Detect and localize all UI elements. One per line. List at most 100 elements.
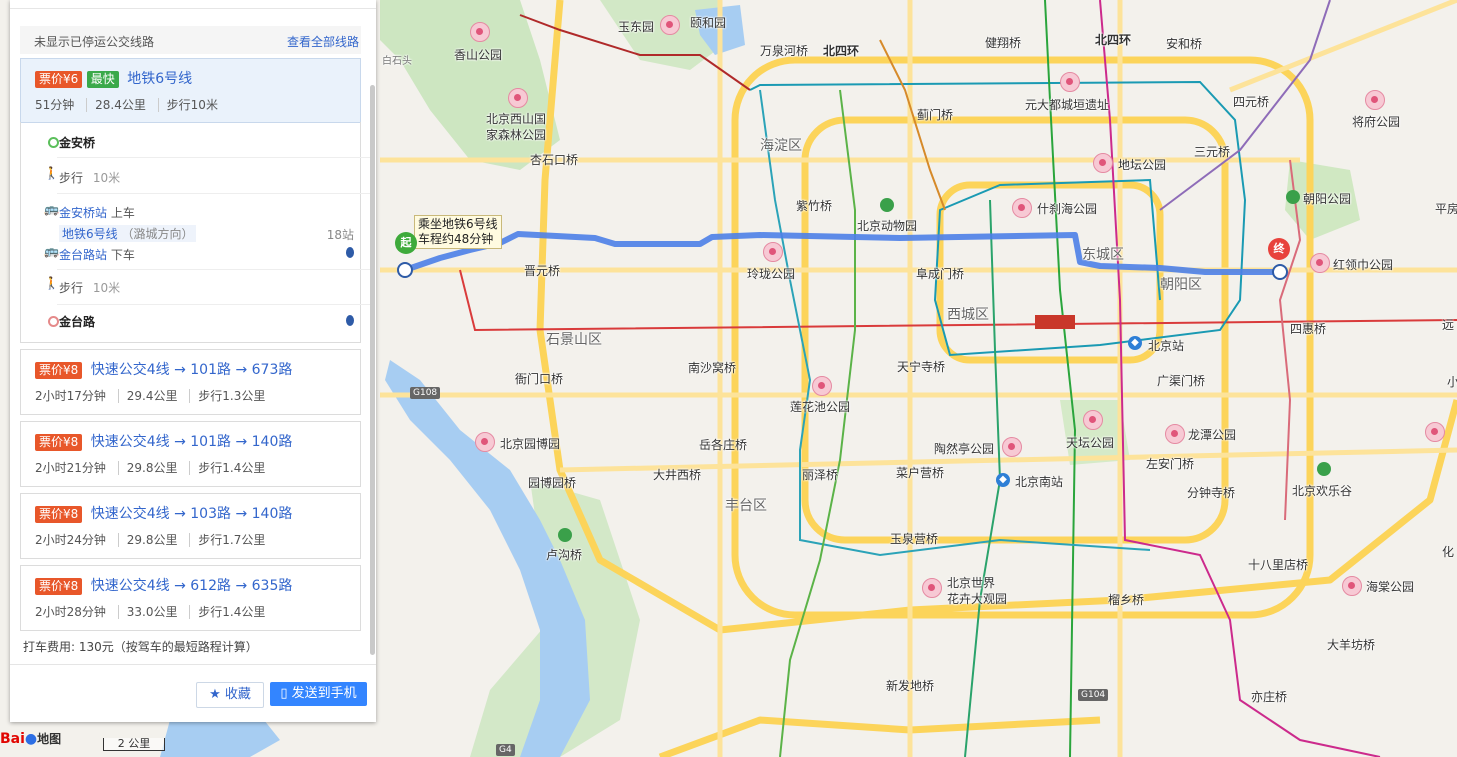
route-tooltip: 乘坐地铁6号线 车程约48分钟 bbox=[414, 215, 502, 249]
line-name-link[interactable]: 地铁6号线 bbox=[62, 227, 118, 241]
map-label: 卢沟桥 bbox=[546, 548, 583, 562]
map-label: 健翔桥 bbox=[985, 36, 1022, 50]
board-station-link[interactable]: 金安桥站 bbox=[59, 206, 107, 220]
park-poi-icon bbox=[1310, 253, 1330, 273]
district-label: 朝阳区 bbox=[1160, 277, 1202, 293]
route-meta: 2小时24分钟 29.8公里 步行1.7公里 bbox=[35, 531, 274, 548]
map-label: 菜户营桥 bbox=[896, 466, 945, 480]
map-label: 亦庄桥 bbox=[1251, 690, 1288, 704]
map-label: 蓟门桥 bbox=[917, 108, 954, 122]
destination-icon bbox=[48, 316, 59, 327]
route-option-4[interactable]: 票价¥8 快速公交4线 → 103路 → 140路 2小时24分钟 29.8公里… bbox=[20, 493, 361, 559]
park-poi-icon bbox=[763, 242, 783, 262]
route-name: 快速公交4线 → 101路 → 140路 bbox=[90, 434, 293, 450]
send-to-phone-button[interactable]: ▯ 发送到手机 bbox=[270, 682, 367, 706]
park-poi-icon bbox=[1060, 72, 1080, 92]
map-label: 红领巾公园 bbox=[1333, 258, 1394, 272]
location-pin-icon[interactable] bbox=[346, 315, 354, 326]
fastest-badge: 最快 bbox=[86, 71, 119, 88]
end-marker-icon[interactable]: 终 bbox=[1268, 238, 1290, 260]
map-label: 杏石口桥 bbox=[530, 153, 579, 167]
bus-icon: 🚌 bbox=[44, 244, 59, 258]
origin-icon bbox=[48, 137, 59, 148]
walk-distance: 10米 bbox=[92, 281, 121, 295]
map-label: 化 bbox=[1442, 545, 1455, 559]
step-divider bbox=[57, 193, 370, 194]
map-label: 家森林公园 bbox=[486, 128, 547, 142]
route-title: 票价¥6 最快 地铁6号线 bbox=[35, 68, 192, 88]
zoo-icon bbox=[880, 198, 894, 212]
location-pin-icon[interactable] bbox=[346, 247, 354, 258]
line-info: 地铁6号线 （潞城方向） bbox=[59, 225, 197, 242]
train-station-icon: ◆ bbox=[996, 473, 1010, 487]
panel-top-edge bbox=[10, 0, 376, 9]
map-label: 四惠桥 bbox=[1290, 322, 1327, 336]
board-step: 金安桥站 上车 bbox=[59, 204, 135, 221]
fare-badge: 票价¥6 bbox=[35, 71, 83, 88]
bridge-icon bbox=[558, 528, 572, 542]
map-label: 岳各庄桥 bbox=[699, 438, 748, 452]
map-label: 莲花池公园 bbox=[790, 400, 851, 414]
map-label: 玲珑公园 bbox=[747, 267, 796, 281]
origin-name: 金安桥 bbox=[59, 136, 96, 150]
map-label: 白石头 bbox=[382, 56, 412, 67]
logo-text: 地图 bbox=[37, 732, 62, 746]
stop-count: 18站 bbox=[326, 228, 354, 242]
favorite-button[interactable]: ★ 收藏 bbox=[196, 682, 264, 708]
baidu-map-logo: Bai●地图 bbox=[0, 730, 61, 747]
map-label: 新发地桥 bbox=[886, 679, 935, 693]
start-marker-icon[interactable]: 起 bbox=[395, 232, 417, 254]
tiananmen-icon bbox=[1035, 315, 1075, 329]
map-label: 地坛公园 bbox=[1118, 158, 1167, 172]
line-direction: （潞城方向） bbox=[121, 227, 194, 241]
route-option-2[interactable]: 票价¥8 快速公交4线 → 101路 → 673路 2小时17分钟 29.4公里… bbox=[20, 349, 361, 415]
train-station-icon: ◆ bbox=[1128, 336, 1142, 350]
map-label: 安和桥 bbox=[1166, 37, 1203, 51]
route-title: 票价¥8 快速公交4线 → 101路 → 140路 bbox=[35, 431, 292, 451]
route-option-3[interactable]: 票价¥8 快速公交4线 → 101路 → 140路 2小时21分钟 29.8公里… bbox=[20, 421, 361, 487]
route-distance: 29.4公里 bbox=[117, 389, 186, 403]
walk-icon: 🚶 bbox=[44, 276, 59, 290]
route-title: 票价¥8 快速公交4线 → 101路 → 673路 bbox=[35, 359, 292, 379]
route-walk: 步行10米 bbox=[157, 98, 226, 112]
tooltip-line: 乘坐地铁6号线 bbox=[418, 217, 498, 231]
map-label: 北四环 bbox=[823, 44, 860, 58]
map-label: 衙门口桥 bbox=[515, 372, 564, 386]
map-label: 左安门桥 bbox=[1146, 457, 1195, 471]
alight-action: 下车 bbox=[110, 248, 135, 262]
view-all-lines-link[interactable]: 查看全部线路 bbox=[287, 33, 359, 50]
step-divider bbox=[57, 269, 370, 270]
star-icon: ★ bbox=[209, 687, 221, 702]
map-label: 三元桥 bbox=[1194, 145, 1231, 159]
map-label: 将府公园 bbox=[1352, 115, 1401, 129]
map-label: 龙潭公园 bbox=[1188, 428, 1237, 442]
route-option-5[interactable]: 票价¥8 快速公交4线 → 612路 → 635路 2小时28分钟 33.0公里… bbox=[20, 565, 361, 631]
stopped-lines-notice: 未显示已停运公交线路 bbox=[34, 35, 155, 49]
panel-scrollbar[interactable] bbox=[370, 85, 375, 655]
alight-station-link[interactable]: 金台路站 bbox=[59, 248, 107, 262]
route-name: 快速公交4线 → 612路 → 635路 bbox=[90, 578, 293, 594]
start-station-icon bbox=[397, 262, 413, 278]
route-distance: 29.8公里 bbox=[117, 533, 186, 547]
highway-shield: G4 bbox=[496, 744, 515, 756]
district-label: 海淀区 bbox=[760, 138, 802, 154]
alight-step: 金台路站 下车 bbox=[59, 246, 135, 263]
park-poi-icon bbox=[922, 578, 942, 598]
park-poi-icon bbox=[1365, 90, 1385, 110]
route-meta: 2小时28分钟 33.0公里 步行1.4公里 bbox=[35, 603, 274, 620]
send-label: 发送到手机 bbox=[291, 686, 357, 701]
park-poi-icon bbox=[470, 22, 490, 42]
park-poi-icon bbox=[1342, 576, 1362, 596]
route-name: 快速公交4线 → 101路 → 673路 bbox=[90, 362, 293, 378]
route-distance: 28.4公里 bbox=[86, 98, 154, 112]
park-poi-icon bbox=[1002, 437, 1022, 457]
map-label: 北京西山国 bbox=[486, 112, 547, 126]
district-label: 丰台区 bbox=[725, 498, 767, 514]
favorite-label: 收藏 bbox=[224, 687, 251, 702]
route-option-1[interactable]: 票价¥6 最快 地铁6号线 51分钟 28.4公里 步行10米 bbox=[20, 58, 361, 123]
route-duration: 2小时24分钟 bbox=[35, 533, 106, 547]
map-label: 北京站 bbox=[1148, 339, 1185, 353]
route-walk: 步行1.4公里 bbox=[189, 605, 274, 619]
step-divider bbox=[57, 304, 370, 305]
taxi-fare: 打车费用: 130元（按驾车的最短路程计算） bbox=[23, 640, 258, 654]
